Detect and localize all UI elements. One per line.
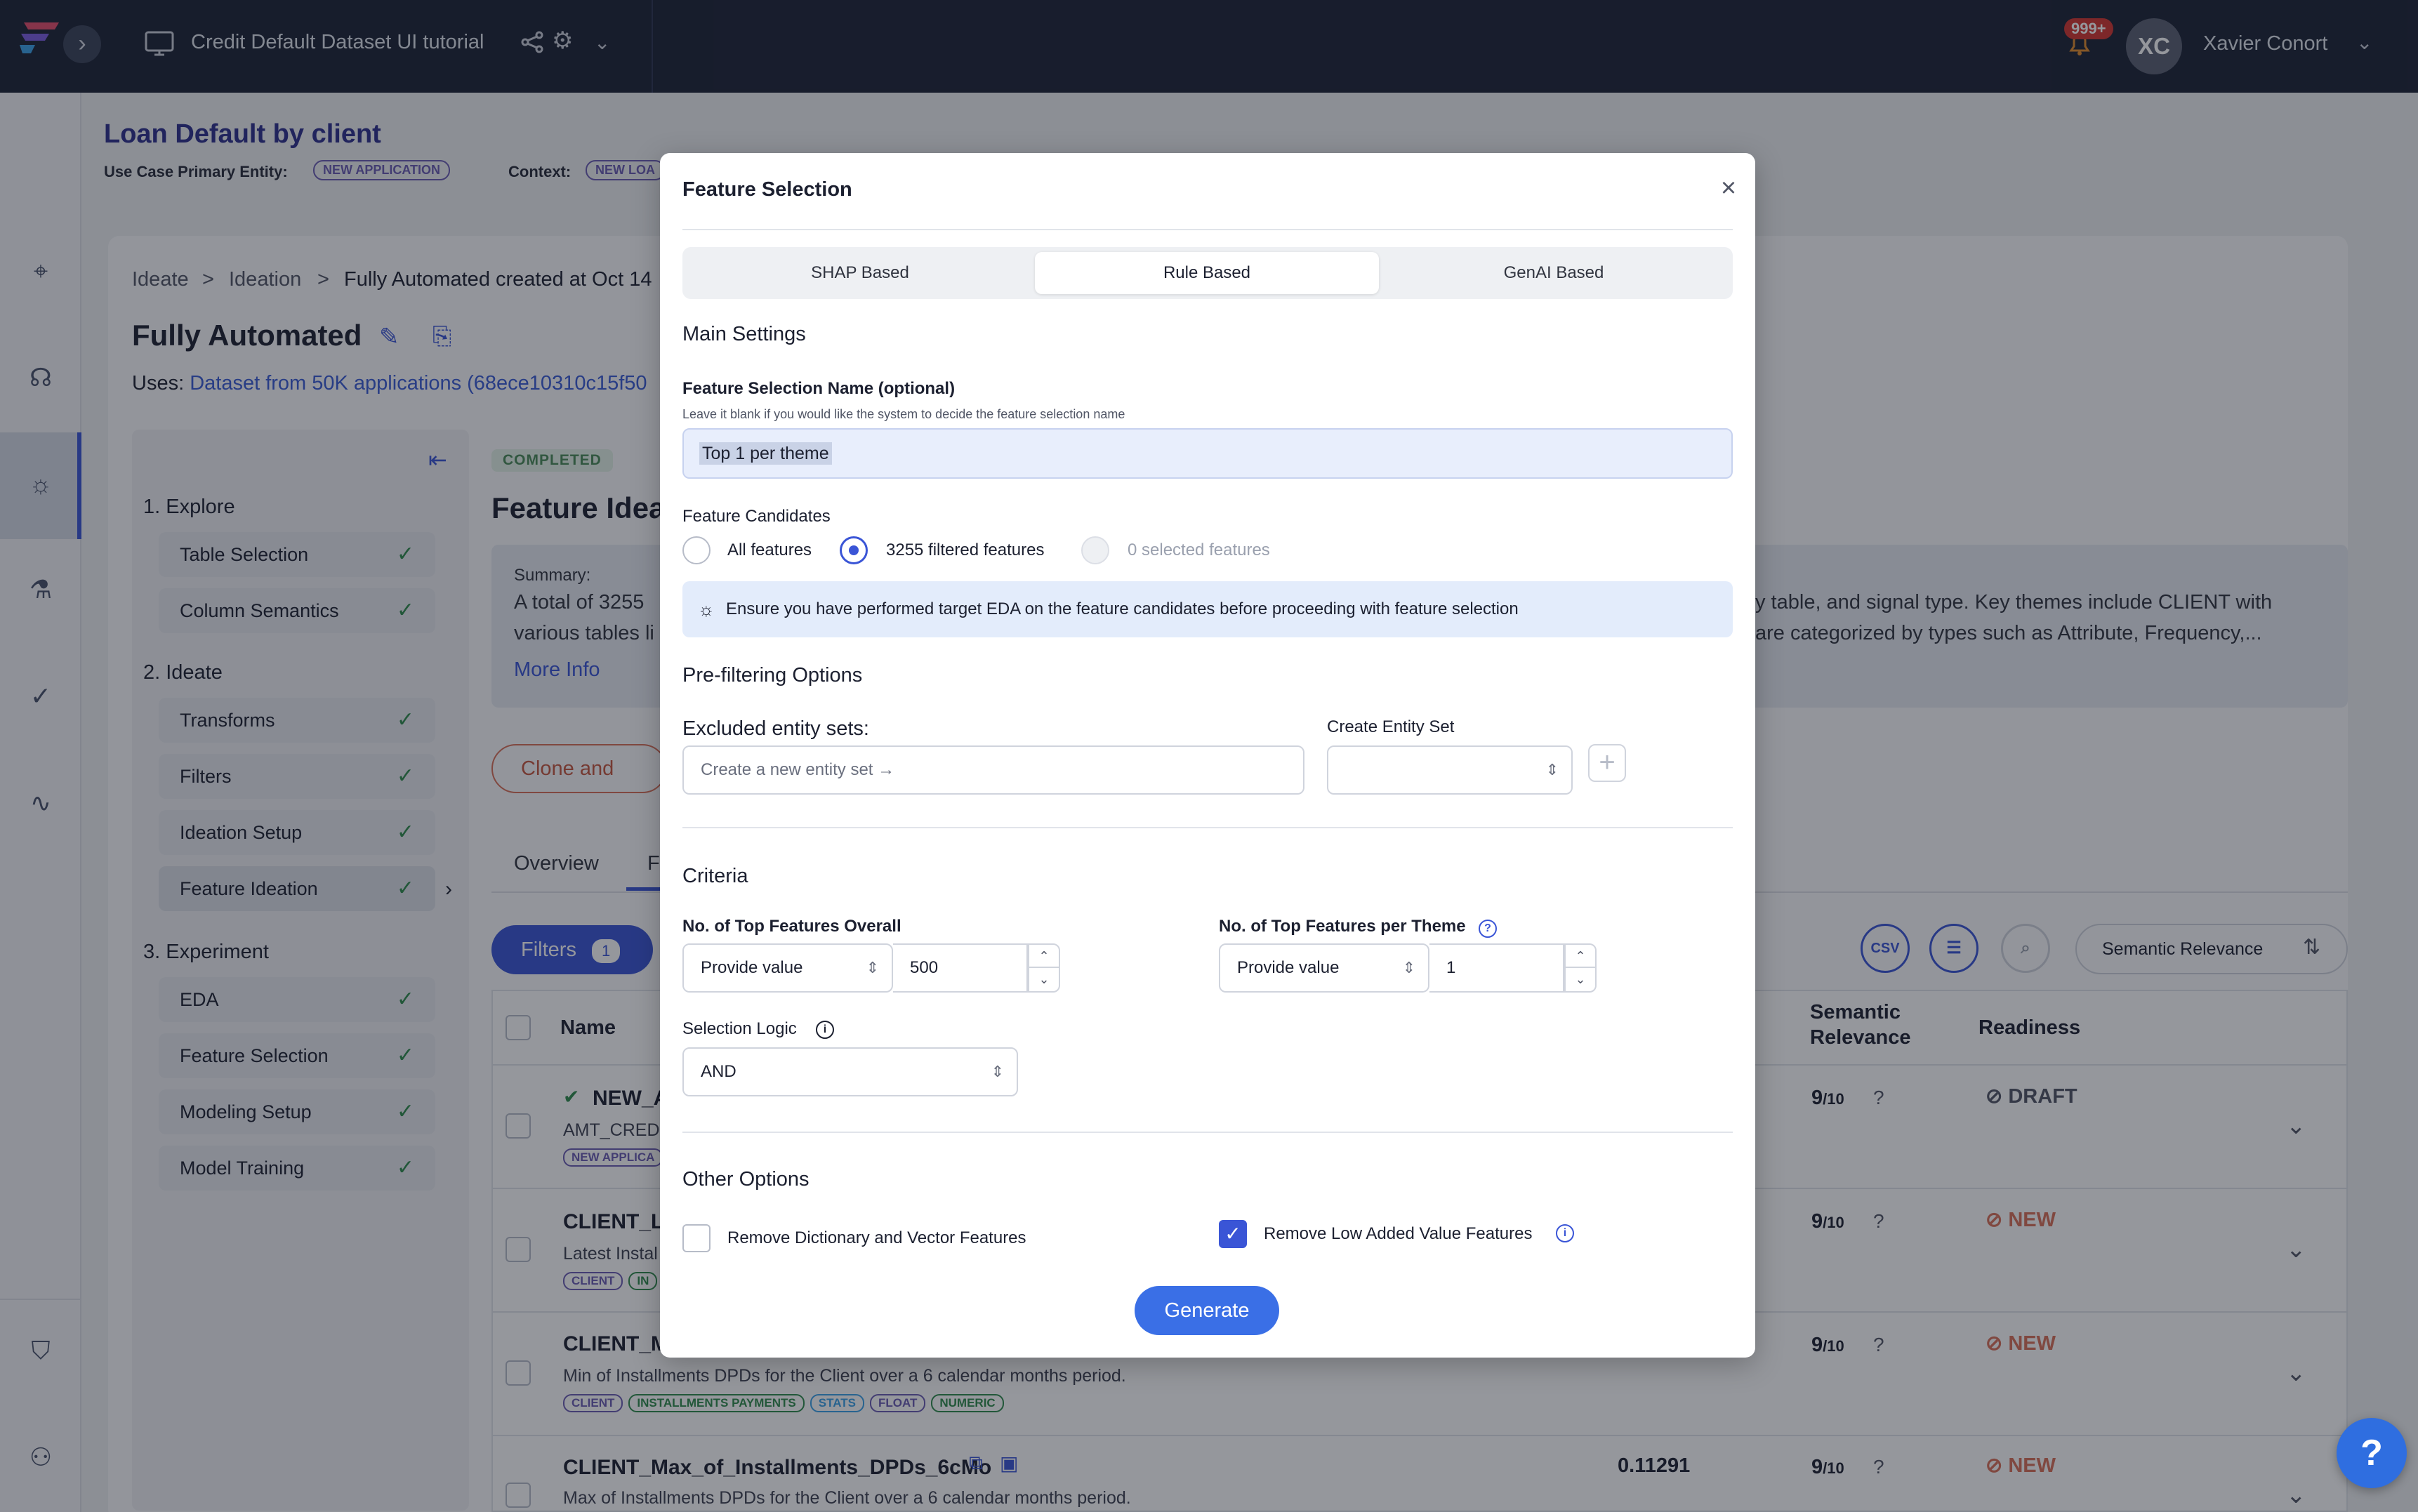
- top-overall-mode-select[interactable]: Provide value ⇕: [682, 943, 893, 993]
- create-entity-label: Create Entity Set: [1327, 717, 1455, 736]
- tab-shap-based[interactable]: SHAP Based: [688, 252, 1032, 294]
- top-theme-mode-select[interactable]: Provide value ⇕: [1219, 943, 1429, 993]
- radio-filtered-features-label[interactable]: 3255 filtered features: [886, 541, 1044, 560]
- select-arrows-icon: ⇕: [991, 1063, 1004, 1080]
- modal-title: Feature Selection: [682, 178, 852, 201]
- increment-icon: ⌃: [1029, 945, 1059, 968]
- tab-rule-based[interactable]: Rule Based: [1035, 252, 1379, 294]
- top-theme-label: No. of Top Features per Theme: [1219, 917, 1466, 936]
- remove-dictionary-label[interactable]: Remove Dictionary and Vector Features: [727, 1228, 1026, 1248]
- decrement-icon: ⌄: [1038, 972, 1050, 986]
- info-icon[interactable]: i: [1556, 1224, 1574, 1242]
- select-arrows-icon: ⇕: [1545, 761, 1559, 778]
- create-entity-select[interactable]: ⇕: [1327, 745, 1573, 795]
- top-overall-stepper[interactable]: ⌃ ⌄: [1028, 943, 1060, 993]
- excluded-entity-label: Excluded entity sets:: [682, 717, 869, 740]
- remove-low-value-checkbox[interactable]: ✓: [1219, 1220, 1247, 1248]
- remove-low-value-label[interactable]: Remove Low Added Value Features: [1264, 1224, 1532, 1244]
- top-theme-stepper[interactable]: ⌃ ⌄: [1564, 943, 1597, 993]
- feature-selection-modal: Feature Selection × SHAP Based Rule Base…: [660, 153, 1755, 1358]
- radio-filtered-features[interactable]: [840, 536, 868, 564]
- selection-logic-select[interactable]: AND ⇕: [682, 1047, 1018, 1096]
- top-theme-value-input[interactable]: 1: [1429, 943, 1564, 993]
- eda-info-banner: ☼ Ensure you have performed target EDA o…: [682, 581, 1733, 637]
- radio-all-features-label[interactable]: All features: [727, 541, 812, 560]
- select-arrows-icon: ⇕: [866, 959, 879, 976]
- help-icon[interactable]: ?: [1479, 920, 1497, 938]
- select-arrows-icon: ⇕: [1402, 959, 1415, 976]
- main-settings-heading: Main Settings: [682, 323, 806, 345]
- excluded-entity-input[interactable]: Create a new entity set →: [682, 745, 1304, 795]
- close-icon[interactable]: ×: [1715, 174, 1743, 202]
- selection-name-input[interactable]: Top 1 per theme: [682, 428, 1733, 479]
- radio-selected-features[interactable]: [1081, 536, 1109, 564]
- tab-genai-based[interactable]: GenAI Based: [1382, 252, 1726, 294]
- criteria-heading: Criteria: [682, 865, 748, 887]
- lightbulb-icon: ☼: [698, 599, 715, 620]
- generate-button[interactable]: Generate: [1135, 1286, 1279, 1335]
- radio-selected-features-label[interactable]: 0 selected features: [1128, 541, 1270, 560]
- prefiltering-heading: Pre-filtering Options: [682, 664, 863, 687]
- help-button[interactable]: ?: [2337, 1418, 2407, 1488]
- section-divider: [682, 1132, 1733, 1133]
- selection-logic-label: Selection Logic: [682, 1019, 797, 1038]
- add-entity-set-button[interactable]: +: [1588, 744, 1626, 782]
- decrement-icon: ⌄: [1575, 972, 1586, 986]
- selection-name-label: Feature Selection Name (optional): [682, 379, 956, 398]
- other-options-heading: Other Options: [682, 1168, 810, 1191]
- modal-header-divider: [682, 229, 1733, 230]
- selection-name-help: Leave it blank if you would like the sys…: [682, 407, 1125, 421]
- selection-method-tabs: SHAP Based Rule Based GenAI Based: [682, 247, 1733, 299]
- top-overall-value-input[interactable]: 500: [893, 943, 1028, 993]
- top-overall-label: No. of Top Features Overall: [682, 917, 901, 936]
- remove-dictionary-checkbox[interactable]: [682, 1224, 711, 1252]
- increment-icon: ⌃: [1566, 945, 1595, 968]
- section-divider: [682, 827, 1733, 828]
- radio-all-features[interactable]: [682, 536, 711, 564]
- candidates-label: Feature Candidates: [682, 507, 831, 526]
- info-icon[interactable]: i: [816, 1021, 834, 1039]
- eda-info-text: Ensure you have performed target EDA on …: [726, 599, 1519, 618]
